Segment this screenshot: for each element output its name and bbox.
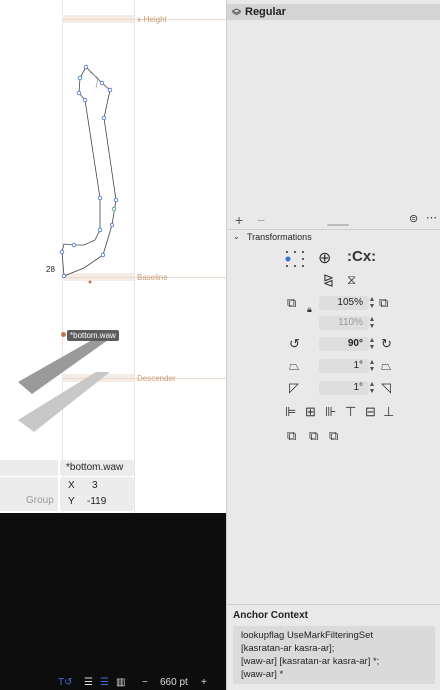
slant-field-2[interactable]: 1° bbox=[319, 381, 369, 395]
crosshair-icon[interactable]: ⊕ bbox=[318, 248, 331, 268]
align-left-icon[interactable]: ☰ bbox=[84, 677, 93, 688]
panel-resize-handle[interactable] bbox=[327, 224, 349, 226]
slant-stepper-2[interactable]: ▲ ▼ bbox=[368, 381, 376, 395]
mirror-vertical-icon[interactable]: ⧖ bbox=[347, 272, 356, 288]
info-spacer bbox=[0, 460, 58, 476]
scale-y-stepper[interactable]: ▲ ▼ bbox=[368, 316, 376, 330]
group-label: Group bbox=[26, 495, 54, 506]
align-left-edge-icon[interactable]: ⊫ bbox=[285, 404, 296, 420]
filter-icon[interactable]: ⊜ bbox=[409, 212, 418, 225]
glyph-contour[interactable] bbox=[61, 66, 117, 277]
glyph-canvas[interactable]: x-Height Baseline Descender 28 *bottom.w… bbox=[0, 0, 226, 513]
ac-line-1: lookupflag UseMarkFilteringSet bbox=[241, 630, 374, 641]
align-v-center-icon[interactable]: ⊟ bbox=[365, 404, 376, 420]
layer-row-regular[interactable]: Regular bbox=[227, 4, 440, 20]
rotate-left-icon[interactable]: ↺ bbox=[289, 336, 300, 352]
scale-x-stepper[interactable]: ▲ ▼ bbox=[368, 296, 376, 310]
selected-node[interactable] bbox=[111, 206, 117, 212]
slant-left-icon[interactable]: ⏢ bbox=[289, 358, 299, 374]
node-points[interactable] bbox=[59, 64, 119, 279]
y-label: Y bbox=[68, 496, 75, 507]
preview-area bbox=[0, 513, 226, 690]
scale-up-icon[interactable]: ⧉ bbox=[379, 295, 388, 311]
slant-right-icon[interactable]: ⏢ bbox=[381, 358, 391, 374]
scale-y-field[interactable]: 110% bbox=[319, 316, 369, 330]
node-coordinate-label: 28 bbox=[46, 265, 55, 274]
add-layer-button[interactable]: + bbox=[235, 212, 243, 228]
anchor-context-section: Anchor Context bbox=[233, 610, 308, 621]
skew-left-icon[interactable]: ◸ bbox=[289, 380, 299, 396]
zoom-out-button[interactable]: − bbox=[142, 677, 148, 688]
glyph-outline[interactable] bbox=[0, 0, 226, 513]
anchor-info-box: *bottom.waw Group X 3 Y -119 bbox=[0, 460, 226, 513]
origin-grid-icon[interactable] bbox=[285, 250, 305, 268]
anchor-name-tag[interactable]: *bottom.waw bbox=[67, 330, 119, 341]
y-value-field[interactable]: -119 bbox=[87, 494, 106, 510]
skew-right-icon[interactable]: ◹ bbox=[381, 380, 391, 396]
ac-line-3: [waw-ar] [kasratan-ar kasra-ar] *; bbox=[241, 656, 380, 667]
layers-icon bbox=[232, 8, 241, 15]
lock-icon[interactable]: 🔒︎ bbox=[307, 304, 312, 315]
text-direction-icon[interactable]: T↺ bbox=[58, 677, 73, 688]
x-label: X bbox=[68, 480, 75, 491]
align-bottom-edge-icon[interactable]: ⊥ bbox=[383, 404, 394, 420]
anchor-dot[interactable] bbox=[61, 332, 66, 337]
anchor-name-field[interactable]: *bottom.waw bbox=[60, 460, 134, 476]
rotate-stepper[interactable]: ▲ ▼ bbox=[368, 337, 376, 351]
ac-line-4: [waw-ar] * bbox=[241, 669, 284, 680]
right-panel: Regular + − ⊜ ⋯ ⌄ Transformations ⊕ :Cx:… bbox=[226, 0, 440, 690]
anchor-context-text[interactable]: lookupflag UseMarkFilteringSet [kasratan… bbox=[233, 626, 435, 684]
subtract-icon[interactable]: ⧉ bbox=[309, 428, 318, 444]
chevron-down-icon[interactable]: ⌄ bbox=[233, 232, 240, 241]
scale-x-field[interactable]: 105% bbox=[319, 296, 369, 310]
rotate-right-icon[interactable]: ↻ bbox=[381, 336, 392, 352]
bottom-anchor-marker[interactable] bbox=[88, 280, 92, 284]
section-divider-bottom bbox=[227, 604, 440, 605]
scale-down-icon[interactable]: ⧉ bbox=[287, 295, 296, 311]
more-options-icon[interactable]: ⋯ bbox=[426, 211, 437, 224]
mirror-horizontal-icon[interactable]: ⧎ bbox=[323, 272, 334, 288]
rotate-field[interactable]: 90° bbox=[319, 337, 369, 351]
zoom-bar: T↺ ☰ ☰ ▥ − 660 pt + bbox=[0, 676, 226, 690]
layer-name: Regular bbox=[245, 6, 286, 18]
remove-layer-button[interactable]: − bbox=[257, 212, 265, 228]
columns-icon[interactable]: ▥ bbox=[116, 677, 125, 688]
zoom-in-button[interactable]: + bbox=[201, 677, 207, 688]
transformations-title: Transformations bbox=[247, 232, 312, 242]
mark-preview-shape-1 bbox=[18, 340, 108, 394]
x-value-field[interactable]: 3 bbox=[92, 478, 98, 494]
ac-line-2: [kasratan-ar kasra-ar]; bbox=[241, 643, 335, 654]
center-x-button[interactable]: :Cx: bbox=[347, 248, 376, 265]
slant-stepper-1[interactable]: ▲ ▼ bbox=[368, 359, 376, 373]
intersect-icon[interactable]: ⧉ bbox=[329, 428, 338, 444]
align-top-edge-icon[interactable]: ⊤ bbox=[345, 404, 356, 420]
align-right-edge-icon[interactable]: ⊪ bbox=[325, 404, 336, 420]
slant-field-1[interactable]: 1° bbox=[319, 359, 369, 373]
union-icon[interactable]: ⧉ bbox=[287, 428, 296, 444]
align-right-icon[interactable]: ☰ bbox=[100, 677, 109, 688]
align-h-center-icon[interactable]: ⊞ bbox=[305, 404, 316, 420]
anchor-context-title: Anchor Context bbox=[233, 610, 308, 621]
section-divider bbox=[227, 229, 440, 230]
handle-line bbox=[89, 71, 99, 89]
zoom-level[interactable]: 660 pt bbox=[160, 677, 188, 688]
